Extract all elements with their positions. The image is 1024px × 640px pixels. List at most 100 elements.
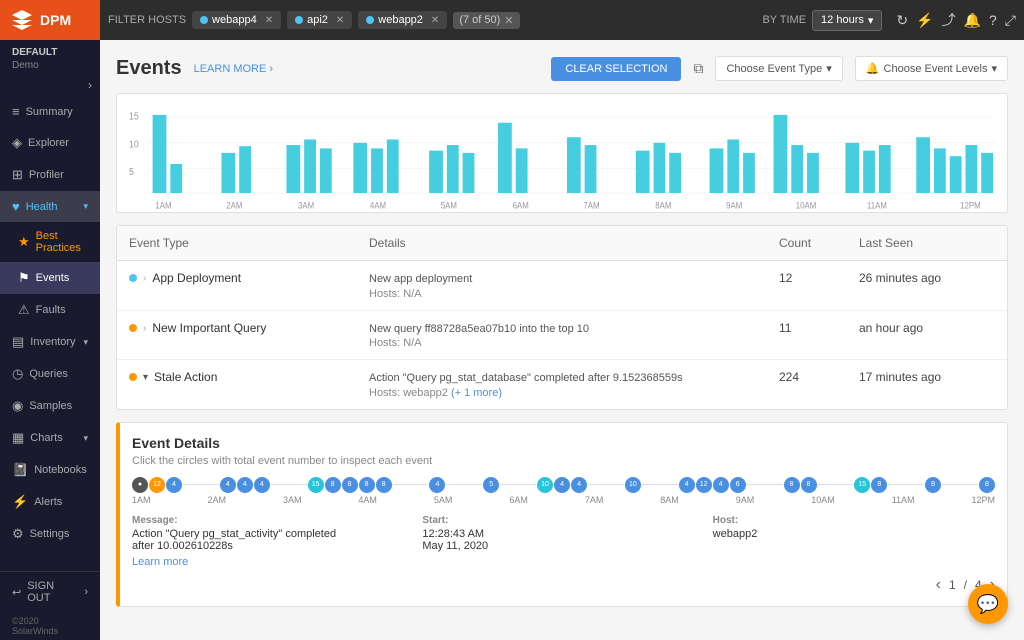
detail-text-2: New query ff88728a5ea07b10 into the top … bbox=[369, 321, 755, 338]
timeline-line bbox=[500, 484, 536, 485]
time-value: 12 hours bbox=[821, 14, 864, 26]
close-webapp4-icon[interactable]: ✕ bbox=[265, 15, 273, 26]
timeline-dot[interactable]: 15 bbox=[854, 477, 870, 493]
svg-text:5: 5 bbox=[129, 167, 134, 179]
timeline-dot[interactable]: 8 bbox=[871, 477, 887, 493]
prev-page-button[interactable]: ‹ bbox=[936, 576, 941, 594]
close-api2-icon[interactable]: ✕ bbox=[336, 15, 344, 26]
timeline-dot[interactable]: 4 bbox=[254, 477, 270, 493]
sidebar-item-profiler[interactable]: ⊞ Profiler bbox=[0, 159, 100, 191]
sidebar-item-charts[interactable]: ▦ Charts ▾ bbox=[0, 422, 100, 454]
timeline-dot[interactable]: 8 bbox=[979, 477, 995, 493]
expand-chevron-3[interactable]: ▾ bbox=[143, 372, 148, 383]
timeline-line bbox=[271, 484, 307, 485]
timeline-dot[interactable]: 4 bbox=[713, 477, 729, 493]
timeline-dot[interactable]: 4 bbox=[571, 477, 587, 493]
events-label: Events bbox=[36, 272, 70, 284]
inventory-chevron-icon: ▾ bbox=[83, 337, 88, 348]
help-icon[interactable]: ? bbox=[989, 12, 997, 28]
detail-host-2: Hosts: N/A bbox=[369, 337, 755, 349]
close-hosts-icon[interactable]: ✕ bbox=[504, 14, 513, 27]
event-type-cell-1: › App Deployment bbox=[117, 261, 357, 295]
sidebar-item-samples[interactable]: ◉ Samples bbox=[0, 390, 100, 422]
sidebar-item-summary[interactable]: ≡ Summary bbox=[0, 96, 100, 127]
fullscreen-icon[interactable]: ⤢ bbox=[1005, 12, 1016, 29]
event-info-grid: Message: Action "Query pg_stat_activity"… bbox=[132, 515, 995, 568]
close-webapp2-icon[interactable]: ✕ bbox=[431, 15, 439, 26]
timeline-dot[interactable]: 8 bbox=[325, 477, 341, 493]
timeline-dot[interactable]: 10 bbox=[537, 477, 553, 493]
timeline-dot[interactable]: 12 bbox=[696, 477, 712, 493]
sidebar-item-faults[interactable]: ⚠ Faults bbox=[0, 294, 100, 326]
svg-text:2AM: 2AM bbox=[226, 200, 242, 211]
timeline-dot[interactable]: 5 bbox=[483, 477, 499, 493]
share-icon[interactable]: ⤴ bbox=[942, 10, 956, 30]
notifications-icon[interactable]: 🔔 bbox=[964, 12, 981, 29]
svg-text:4AM: 4AM bbox=[370, 200, 386, 211]
sidebar-item-queries[interactable]: ◷ Queries bbox=[0, 358, 100, 390]
time-selector[interactable]: 12 hours ▾ bbox=[812, 10, 882, 31]
topbar: FILTER HOSTS webapp4 ✕ api2 ✕ webapp2 ✕ … bbox=[100, 0, 1024, 40]
refresh-icon[interactable]: ↻ bbox=[896, 12, 908, 29]
timeline-dot[interactable]: 4 bbox=[220, 477, 236, 493]
event-name-2: New Important Query bbox=[152, 321, 266, 335]
profiler-icon: ⊞ bbox=[12, 167, 23, 183]
sidebar-collapse-icon[interactable]: › bbox=[88, 78, 92, 92]
charts-icon: ▦ bbox=[12, 430, 24, 446]
sidebar-expand-icon[interactable]: › bbox=[84, 586, 88, 598]
timeline-line bbox=[888, 484, 924, 485]
chat-bubble-button[interactable]: 💬 bbox=[968, 584, 1008, 624]
sidebar-item-inventory[interactable]: ▤ Inventory ▾ bbox=[0, 326, 100, 358]
timeline-dot[interactable]: 4 bbox=[166, 477, 182, 493]
inventory-icon: ▤ bbox=[12, 334, 24, 350]
timeline-dot[interactable]: 8 bbox=[784, 477, 800, 493]
timeline-dot[interactable]: 12 bbox=[149, 477, 165, 493]
event-type-cell-2: › New Important Query bbox=[117, 311, 357, 345]
expand-chevron-2[interactable]: › bbox=[143, 323, 146, 334]
timeline-dot[interactable]: 8 bbox=[359, 477, 375, 493]
timeline-dot[interactable]: 8 bbox=[342, 477, 358, 493]
chat-icon: 💬 bbox=[977, 594, 999, 615]
sidebar-item-settings[interactable]: ⚙ Settings bbox=[0, 518, 100, 550]
timeline-dot[interactable]: 8 bbox=[801, 477, 817, 493]
choose-event-levels-dropdown[interactable]: 🔔 Choose Event Levels ▾ bbox=[855, 56, 1008, 81]
expand-chevron-1[interactable]: › bbox=[143, 273, 146, 284]
sidebar-item-events[interactable]: ⚑ Events bbox=[0, 262, 100, 294]
event-learn-more-link[interactable]: Learn more bbox=[132, 556, 188, 568]
sidebar-item-health[interactable]: ♥ Health ▾ bbox=[0, 191, 100, 222]
host-tab-api2[interactable]: api2 ✕ bbox=[287, 11, 352, 29]
host-tab-webapp4[interactable]: webapp4 ✕ bbox=[192, 11, 281, 29]
choose-event-type-dropdown[interactable]: Choose Event Type ▾ bbox=[715, 56, 842, 81]
host-tab-webapp2[interactable]: webapp2 ✕ bbox=[358, 11, 447, 29]
sidebar-item-best-practices[interactable]: ★ Best Practices bbox=[0, 222, 100, 262]
sidebar-item-explorer[interactable]: ◈ Explorer bbox=[0, 127, 100, 159]
timeline-dot[interactable]: 4 bbox=[554, 477, 570, 493]
settings-label: Settings bbox=[30, 528, 70, 540]
timeline-dot[interactable]: 4 bbox=[429, 477, 445, 493]
timeline-dot[interactable]: 4 bbox=[679, 477, 695, 493]
svg-text:10AM: 10AM bbox=[796, 200, 817, 211]
charts-label: Charts bbox=[30, 432, 62, 444]
activity-icon[interactable]: ⚡ bbox=[916, 12, 933, 29]
clear-selection-button[interactable]: CLEAR SELECTION bbox=[551, 57, 681, 81]
tl-11am: 11AM bbox=[892, 495, 915, 505]
filter-sliders-icon[interactable]: ⧉ bbox=[693, 60, 703, 77]
sign-out-button[interactable]: ↩ SIGN OUT › bbox=[0, 571, 100, 612]
event-dot-3 bbox=[129, 373, 137, 381]
timeline-dot[interactable]: 15 bbox=[308, 477, 324, 493]
more-hosts-link[interactable]: (+ 1 more) bbox=[451, 387, 502, 399]
learn-more-link[interactable]: LEARN MORE › bbox=[194, 63, 273, 75]
timeline-dot[interactable]: 6 bbox=[730, 477, 746, 493]
header-details: Details bbox=[357, 226, 767, 260]
sidebar-item-notebooks[interactable]: 📓 Notebooks bbox=[0, 454, 100, 486]
timeline-dot[interactable]: 8 bbox=[376, 477, 392, 493]
topbar-actions: ↻ ⚡ ⤴ 🔔 ? ⤢ bbox=[896, 10, 1016, 30]
timeline-dot[interactable]: 8 bbox=[925, 477, 941, 493]
health-label: Health bbox=[26, 201, 58, 213]
brand-text: ©2020SolarWinds bbox=[0, 612, 100, 640]
timeline-dot[interactable]: ● bbox=[132, 477, 148, 493]
timeline-dot[interactable]: 4 bbox=[237, 477, 253, 493]
tl-1am: 1AM bbox=[132, 495, 151, 505]
sidebar-item-alerts[interactable]: ⚡ Alerts bbox=[0, 486, 100, 518]
timeline-dot[interactable]: 10 bbox=[625, 477, 641, 493]
